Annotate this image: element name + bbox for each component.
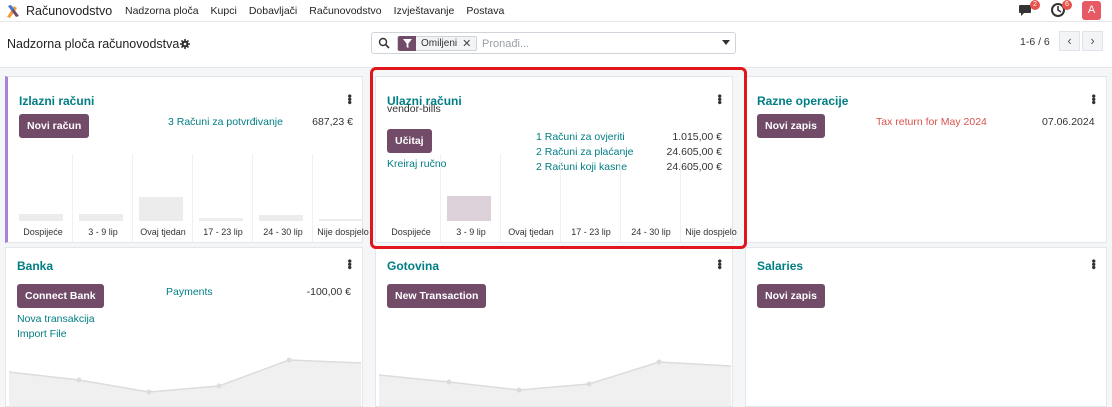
card-menu-icon[interactable]: •••: [343, 94, 357, 104]
new-entry-button[interactable]: Novi zapis: [757, 284, 825, 308]
card-salaries: Salaries ••• Novi zapis: [745, 247, 1107, 407]
card-title[interactable]: Razne operacije: [757, 94, 848, 108]
chart-tick-label: 3 - 9 lip: [88, 227, 118, 237]
card-cash: Gotovina ••• New Transaction: [375, 247, 733, 407]
chart-tick-label: 17 - 23 lip: [203, 227, 243, 237]
activities-icon[interactable]: 6: [1050, 0, 1072, 18]
chart-column: Nije dospjelo: [313, 154, 373, 242]
chart-tick-label: Dospijeće: [23, 227, 63, 237]
card-title[interactable]: Izlazni računi: [19, 94, 94, 108]
chart-bar[interactable]: [79, 214, 123, 221]
filter-facet: Omiljeni ✕: [397, 36, 478, 51]
search-icon: [378, 37, 390, 49]
cash-balance-graph: [379, 359, 731, 406]
payments-link[interactable]: Payments: [166, 286, 213, 298]
import-file-link[interactable]: Import File: [17, 328, 67, 340]
tax-return-alert-link[interactable]: Tax return for May 2024: [876, 116, 987, 128]
user-avatar[interactable]: A: [1082, 1, 1101, 20]
invoices-to-confirm-amount: 687,23 €: [312, 116, 353, 128]
card-miscellaneous: Razne operacije ••• Novi zapis Tax retur…: [745, 76, 1107, 243]
activities-badge: 6: [1062, 0, 1072, 10]
remove-facet-icon[interactable]: ✕: [462, 37, 476, 50]
messages-icon[interactable]: 2: [1018, 0, 1040, 18]
chart-column: Ovaj tjedan: [133, 154, 193, 242]
menu-item-reporting[interactable]: Izvještavanje: [394, 5, 455, 17]
card-title[interactable]: Salaries: [757, 259, 803, 273]
card-menu-icon[interactable]: •••: [1087, 94, 1101, 104]
messages-badge: 2: [1030, 0, 1040, 10]
connect-bank-button[interactable]: Connect Bank: [17, 284, 104, 308]
chart-column: Dospijeće: [13, 154, 73, 242]
menu-item-configuration[interactable]: Postava: [466, 5, 504, 17]
chart-bar[interactable]: [19, 214, 63, 221]
pager-previous-button[interactable]: ‹: [1059, 31, 1080, 51]
pager-next-button[interactable]: ›: [1082, 31, 1103, 51]
bank-balance-graph: [9, 357, 361, 406]
chart-tick-label: Nije dospjelo: [317, 227, 369, 237]
menu-item-customers[interactable]: Kupci: [211, 5, 237, 17]
card-title[interactable]: Banka: [17, 259, 53, 273]
chart-tick-label: 24 - 30 lip: [263, 227, 303, 237]
chart-bar[interactable]: [139, 197, 183, 221]
menu-item-vendors[interactable]: Dobavljači: [249, 5, 297, 17]
search-bar: Omiljeni ✕: [371, 32, 736, 54]
card-menu-icon[interactable]: •••: [713, 259, 727, 269]
new-invoice-button[interactable]: Novi račun: [19, 114, 90, 138]
gear-icon[interactable]: [180, 39, 190, 49]
chart-bar[interactable]: [259, 215, 303, 221]
chart-tick-label: Ovaj tjedan: [140, 227, 186, 237]
card-customer-invoices: Izlazni računi ••• Novi račun 3 Računi z…: [5, 76, 369, 243]
main-menu: Nadzorna ploča Kupci Dobavljači Računovo…: [125, 5, 516, 17]
payments-amount: -100,00 €: [306, 286, 351, 298]
card-menu-icon[interactable]: •••: [343, 259, 357, 269]
menu-item-accounting[interactable]: Računovodstvo: [309, 5, 381, 17]
chart-column: 24 - 30 lip: [253, 154, 313, 242]
search-input[interactable]: [482, 36, 702, 51]
chart-column: 3 - 9 lip: [73, 154, 133, 242]
invoices-to-confirm-link[interactable]: 3 Računi za potvrđivanje: [168, 116, 283, 128]
tax-return-date: 07.06.2024: [1042, 116, 1095, 128]
facet-label: Omiljeni: [421, 38, 458, 49]
card-menu-icon[interactable]: •••: [1087, 259, 1101, 269]
app-name[interactable]: Računovodstvo: [26, 4, 112, 18]
control-panel: Nadzorna ploča računovodstva Omiljeni ✕ …: [0, 22, 1112, 68]
new-transaction-button[interactable]: New Transaction: [387, 284, 487, 308]
chart-column: 17 - 23 lip: [193, 154, 253, 242]
search-options-toggle[interactable]: [722, 40, 730, 45]
new-entry-button[interactable]: Novi zapis: [757, 114, 825, 138]
card-title[interactable]: Gotovina: [387, 259, 439, 273]
invoice-aging-chart: Dospijeće 3 - 9 lip Ovaj tjedan 17 - 23 lip…: [13, 154, 373, 242]
filter-icon: [398, 36, 416, 51]
accounting-app-icon[interactable]: [5, 3, 21, 19]
page-title: Nadzorna ploča računovodstva: [7, 37, 180, 51]
new-transaction-link[interactable]: Nova transakcija: [17, 313, 95, 325]
card-bank: Banka ••• Connect Bank Payments -100,00 …: [5, 247, 363, 407]
highlight-frame: [370, 67, 747, 249]
pager-value[interactable]: 1-6 / 6: [1020, 36, 1050, 48]
chart-bar[interactable]: [319, 219, 363, 221]
chart-bar[interactable]: [199, 218, 243, 221]
menu-item-dashboard[interactable]: Nadzorna ploča: [125, 5, 199, 17]
top-navbar: Računovodstvo Nadzorna ploča Kupci Dobav…: [0, 0, 1112, 22]
